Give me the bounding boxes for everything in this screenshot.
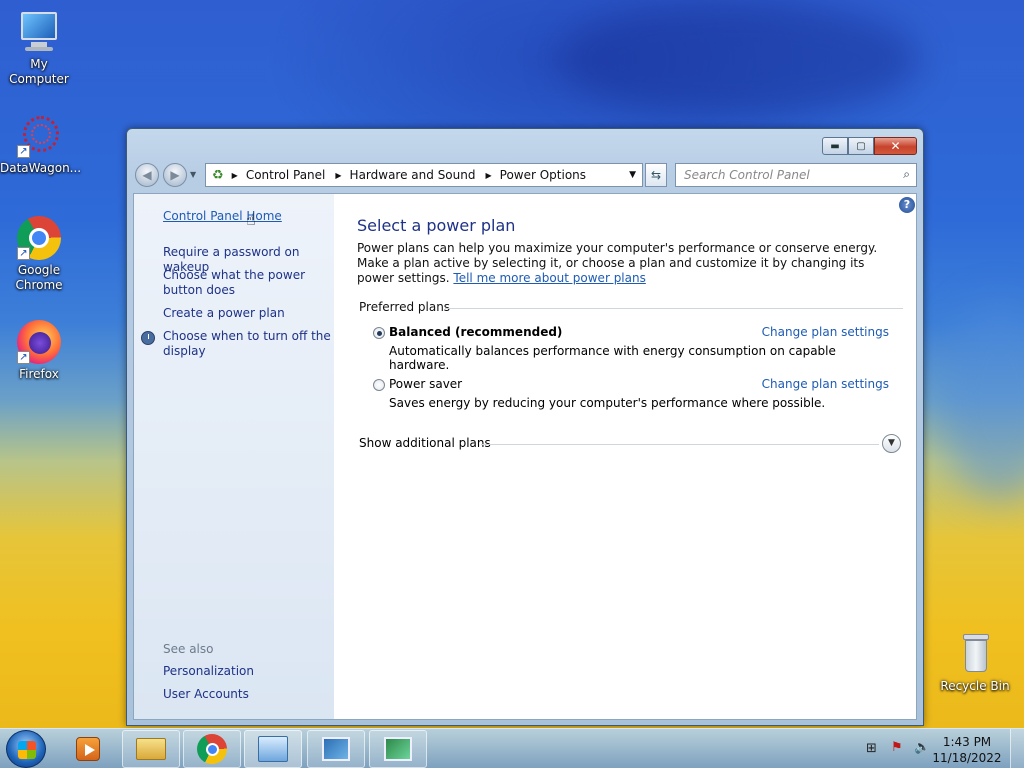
breadcrumb-separator-icon[interactable]: ▶ (485, 171, 491, 180)
maximize-button[interactable]: ▢ (848, 137, 874, 155)
folder-icon (136, 738, 166, 760)
tell-me-more-link[interactable]: Tell me more about power plans (453, 271, 645, 285)
page-title: Select a power plan (357, 216, 516, 235)
plan-description: Saves energy by reducing your computer's… (389, 396, 826, 410)
section-divider (445, 308, 903, 309)
clock-date: 11/18/2022 (932, 751, 1002, 765)
user-accounts-link[interactable]: User Accounts (163, 687, 331, 702)
recent-pages-chevron-icon[interactable]: ▼ (190, 170, 196, 179)
show-additional-plans-label[interactable]: Show additional plans (359, 436, 491, 450)
desktop-icon-datawagon[interactable]: ↗ DataWagon... (0, 114, 82, 176)
chrome-icon: ↗ (17, 216, 61, 260)
address-dropdown-icon[interactable]: ▼ (629, 170, 636, 180)
shortcut-arrow-icon: ↗ (17, 351, 30, 364)
show-additional-plans-row[interactable]: Show additional plans ▼ (359, 434, 907, 453)
page-description: Power plans can help you maximize your c… (357, 241, 897, 286)
search-icon[interactable]: ⌕ (903, 167, 910, 182)
plan-radio-balanced[interactable] (373, 327, 385, 339)
create-power-plan-link[interactable]: Create a power plan (163, 306, 331, 321)
taskbar-explorer[interactable] (122, 730, 180, 768)
plan-radio-power-saver[interactable] (373, 379, 385, 391)
desktop-icon-label: My Computer (9, 57, 69, 86)
recycle-bin-icon (953, 632, 997, 676)
client-area: Control Panel Home ☝ Require a password … (133, 193, 917, 720)
breadcrumb-power-options[interactable]: Power Options (500, 168, 586, 182)
power-options-window: ▬ ▢ ✕ ◀ ▶ ▼ ♻ ▶ Control Panel ▶ Hardware… (126, 128, 924, 726)
chevron-down-icon[interactable]: ▼ (882, 434, 901, 453)
start-button[interactable] (6, 730, 46, 768)
shortcut-arrow-icon: ↗ (17, 145, 30, 158)
refresh-icon: ⇆ (650, 168, 662, 182)
clock-time: 1:43 PM (942, 735, 992, 749)
plan-description: Automatically balances performance with … (389, 344, 836, 372)
see-also-heading: See also (163, 642, 214, 656)
show-desktop-button[interactable] (1010, 729, 1024, 768)
desktop-icon-my-computer[interactable]: My Computer (0, 10, 78, 87)
network-icon[interactable]: ⊞ (866, 741, 877, 756)
section-divider (481, 444, 879, 445)
action-center-flag-icon[interactable]: ⚑ (891, 740, 903, 755)
control-panel-icon: ♻ (212, 167, 224, 183)
taskbar-app-2[interactable] (369, 730, 427, 768)
desktop-icon-label: Recycle Bin (940, 679, 1010, 693)
taskbar-chrome[interactable] (183, 730, 241, 768)
forward-button[interactable]: ▶ (163, 163, 187, 187)
back-arrow-icon: ◀ (142, 168, 152, 182)
hand-cursor-icon: ☝ (246, 210, 256, 229)
display-clock-icon (141, 331, 155, 345)
control-panel-icon (258, 736, 288, 762)
personalization-link[interactable]: Personalization (163, 664, 331, 679)
breadcrumb-hardware-and-sound[interactable]: Hardware and Sound (350, 168, 476, 182)
desktop-icon-google-chrome[interactable]: ↗ Google Chrome (0, 216, 78, 293)
breadcrumb-separator-icon[interactable]: ▶ (335, 171, 341, 180)
desktop-icon-label: DataWagon... (0, 161, 82, 175)
minimize-icon: ▬ (830, 140, 840, 152)
breadcrumb-control-panel[interactable]: Control Panel (246, 168, 326, 182)
desktop-icon-label: Google Chrome (15, 263, 63, 292)
maximize-icon: ▢ (856, 140, 866, 152)
taskbar-app-1[interactable] (307, 730, 365, 768)
datawagon-icon: ↗ (17, 114, 61, 158)
address-bar[interactable]: ♻ ▶ Control Panel ▶ Hardware and Sound ▶… (205, 163, 643, 187)
search-input[interactable]: Search Control Panel ⌕ (675, 163, 917, 187)
preferred-plans-section: Preferred plans (359, 300, 903, 314)
chrome-icon (197, 734, 227, 764)
forward-arrow-icon: ▶ (170, 168, 180, 182)
media-player-icon[interactable] (76, 737, 100, 761)
system-clock[interactable]: 1:43 PM 11/18/2022 (932, 734, 1002, 766)
volume-icon[interactable]: 🔈 (914, 740, 930, 755)
desktop-icon-recycle-bin[interactable]: Recycle Bin (936, 632, 1014, 694)
shortcut-arrow-icon: ↗ (17, 247, 30, 260)
close-button[interactable]: ✕ (874, 137, 917, 155)
window-app-icon (322, 737, 350, 761)
refresh-button[interactable]: ⇆ (645, 163, 667, 187)
wallpaper-shade (560, 0, 920, 120)
preferred-plans-heading: Preferred plans (359, 300, 451, 314)
change-plan-settings-link[interactable]: Change plan settings (762, 377, 889, 391)
minimize-button[interactable]: ▬ (822, 137, 848, 155)
search-placeholder: Search Control Panel (684, 168, 810, 182)
desktop-icon-label: Firefox (19, 367, 59, 381)
turn-off-display-link[interactable]: Choose when to turn off the display (163, 329, 331, 359)
firefox-icon: ↗ (17, 320, 61, 364)
computer-icon (17, 10, 61, 54)
plan-name[interactable]: Balanced (recommended) (389, 325, 562, 339)
desktop-icon-firefox[interactable]: ↗ Firefox (0, 320, 78, 382)
power-button-link[interactable]: Choose what the power button does (163, 268, 331, 298)
caption-buttons: ▬ ▢ ✕ (822, 137, 917, 155)
taskbar-control-panel[interactable] (244, 730, 302, 768)
left-task-pane: Control Panel Home ☝ Require a password … (134, 194, 334, 719)
windows-logo-icon (18, 741, 36, 759)
navigation-bar: ◀ ▶ ▼ ♻ ▶ Control Panel ▶ Hardware and S… (135, 162, 917, 188)
close-icon: ✕ (890, 139, 901, 153)
help-icon[interactable]: ? (899, 197, 915, 213)
breadcrumb-separator-icon[interactable]: ▶ (232, 171, 238, 180)
plan-name[interactable]: Power saver (389, 377, 462, 391)
change-plan-settings-link[interactable]: Change plan settings (762, 325, 889, 339)
back-button[interactable]: ◀ (135, 163, 159, 187)
taskbar: ⊞ ⚑ 🔈 1:43 PM 11/18/2022 (0, 728, 1024, 768)
window-app-icon (384, 737, 412, 761)
wallpaper-shade (940, 300, 1024, 500)
